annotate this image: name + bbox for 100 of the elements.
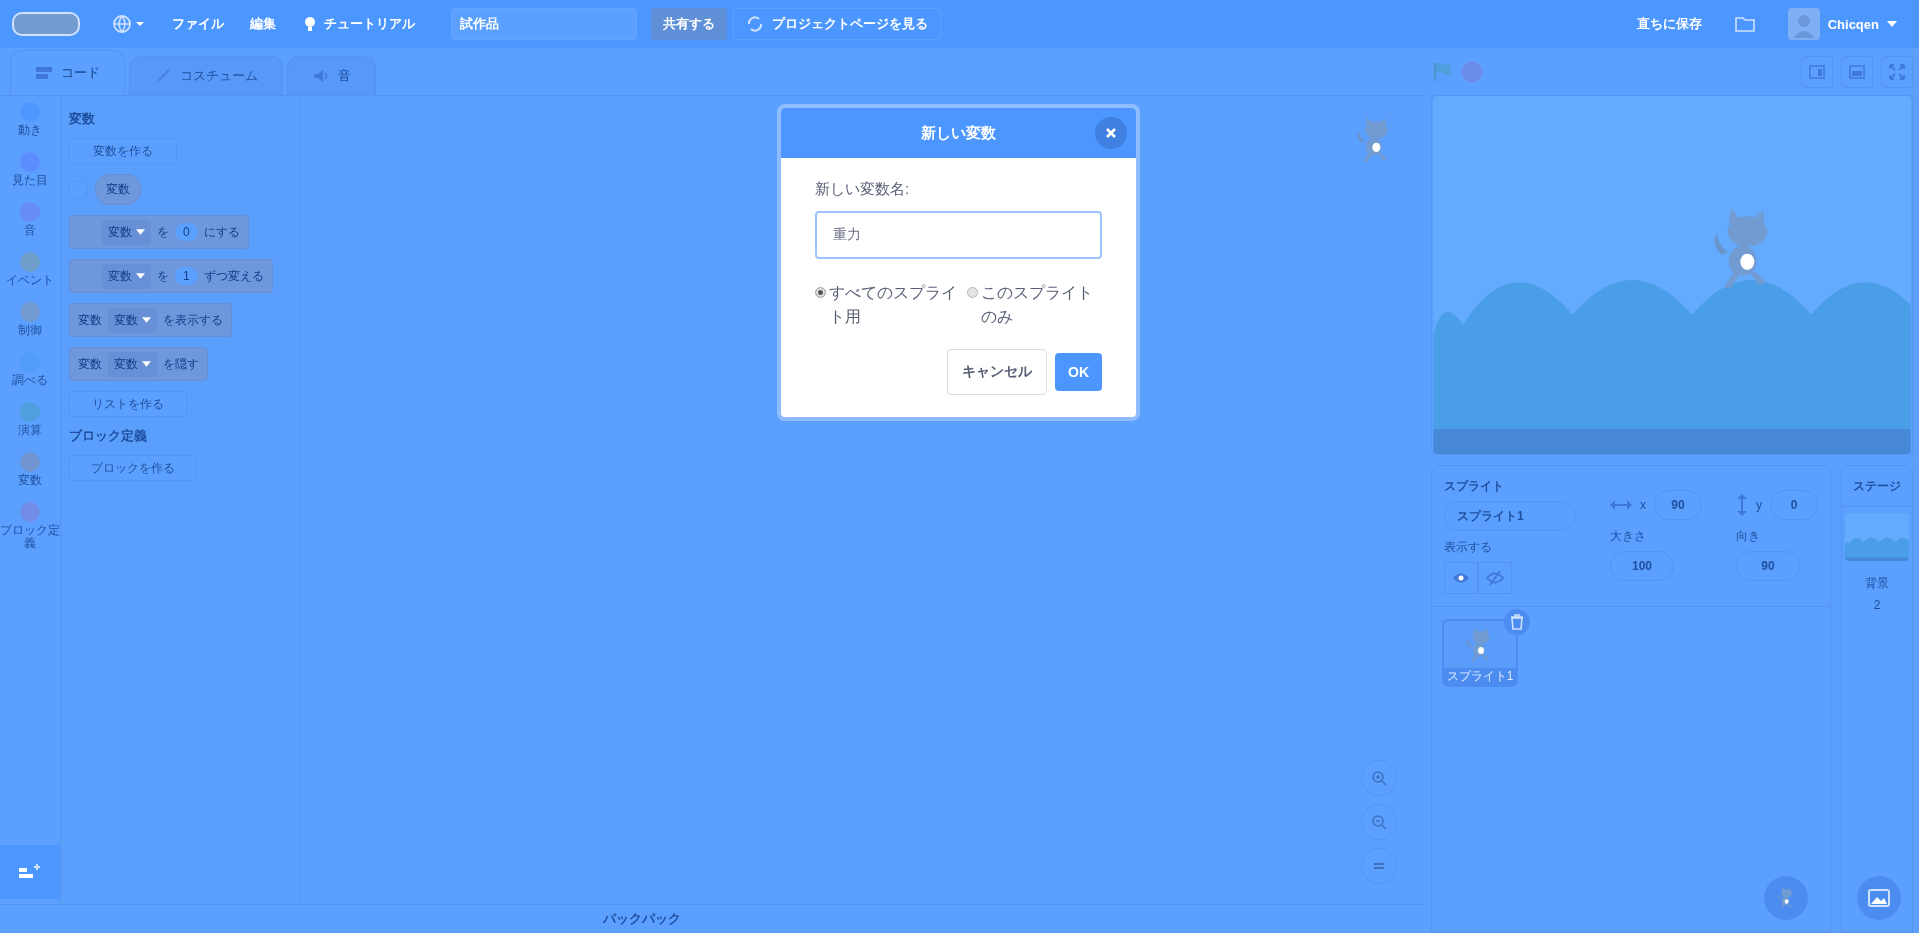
small-stage-icon bbox=[1808, 62, 1826, 81]
category-item[interactable]: 演算 bbox=[0, 402, 60, 452]
horizontal-arrow-icon bbox=[1610, 499, 1632, 511]
editor-tab[interactable]: 音 bbox=[287, 56, 376, 95]
variable-reporter-block[interactable]: 変数 bbox=[95, 174, 141, 205]
number-input[interactable]: 1 bbox=[175, 267, 198, 285]
speaker-icon bbox=[312, 67, 330, 85]
category-item[interactable]: ブロック定義 bbox=[0, 502, 60, 552]
globe-icon bbox=[112, 14, 146, 34]
block-label: 変数 bbox=[78, 355, 102, 373]
dialog-title: 新しい変数 bbox=[921, 123, 996, 143]
trash-icon bbox=[1510, 614, 1524, 630]
block-label: にする bbox=[203, 223, 240, 241]
caret-icon bbox=[1887, 21, 1897, 27]
stage-size-button[interactable] bbox=[1801, 55, 1833, 88]
palette-heading: ブロック定義 bbox=[69, 427, 147, 445]
flag-icon[interactable] bbox=[1431, 60, 1453, 83]
caret-icon bbox=[142, 317, 151, 323]
editor-tab[interactable]: コスチューム bbox=[129, 56, 283, 95]
vertical-arrow-icon bbox=[1736, 494, 1748, 516]
add-extension-button[interactable] bbox=[0, 845, 60, 899]
image-icon bbox=[1868, 889, 1890, 907]
stage-label: ステージ bbox=[1842, 466, 1912, 507]
variable-block[interactable]: 変数 を 0 にする bbox=[69, 215, 249, 249]
stage-size-button[interactable] bbox=[1881, 55, 1913, 88]
block-label: ずつ変える bbox=[203, 267, 264, 285]
category-item[interactable]: 調べる bbox=[0, 352, 60, 402]
choose-backdrop-button[interactable] bbox=[1857, 876, 1901, 920]
zoom-button[interactable] bbox=[1361, 760, 1397, 796]
direction-field[interactable]: 90 bbox=[1736, 551, 1800, 581]
variable-dropdown[interactable]: 変数 bbox=[102, 219, 151, 245]
delete-button[interactable] bbox=[1504, 609, 1530, 635]
field-label: x bbox=[1640, 498, 1646, 512]
large-stage-icon bbox=[1848, 62, 1866, 81]
stop-icon[interactable] bbox=[1461, 60, 1483, 83]
field-label: スプライト bbox=[1444, 478, 1505, 493]
variable-block[interactable]: 変数 変数 を隠す bbox=[69, 347, 208, 381]
code-icon bbox=[35, 64, 53, 82]
variable-block[interactable]: 変数 を 1 ずつ変える bbox=[69, 259, 273, 293]
block-label: を表示する bbox=[163, 311, 223, 329]
account-menu[interactable]: Chicqen bbox=[1777, 0, 1907, 48]
show-button[interactable] bbox=[1444, 562, 1478, 594]
radio-button[interactable] bbox=[815, 287, 826, 298]
backpack-bar[interactable]: バックパック bbox=[0, 904, 1423, 933]
backdrop-count: 2 bbox=[1873, 598, 1881, 612]
sprite-tile[interactable]: スプライト1 bbox=[1442, 619, 1518, 687]
eye-icon bbox=[1452, 572, 1470, 584]
category-item[interactable]: 変数 bbox=[0, 452, 60, 502]
category-item[interactable]: 制御 bbox=[0, 302, 60, 352]
arrows-icon bbox=[746, 15, 764, 33]
field-label: 大きさ bbox=[1610, 528, 1647, 543]
share-button[interactable]: 共有する bbox=[651, 8, 727, 40]
block-label: を bbox=[157, 267, 169, 285]
project-title-field[interactable]: 試作品 bbox=[451, 8, 637, 40]
logo-icon[interactable] bbox=[12, 12, 80, 36]
number-input[interactable]: 0 bbox=[175, 223, 198, 241]
hidden-eye-icon bbox=[1486, 570, 1504, 586]
stage-panel[interactable]: ステージ 背景 2 bbox=[1841, 465, 1913, 933]
zoom-button[interactable] bbox=[1361, 804, 1397, 840]
make-variable-button[interactable]: 変数を作る bbox=[69, 138, 177, 164]
menu-item[interactable]: ファイル bbox=[162, 0, 234, 48]
project-page-button[interactable]: プロジェクトページを見る bbox=[733, 8, 941, 40]
save-now-link[interactable]: 直ちに保存 bbox=[1626, 0, 1712, 48]
field-label: y bbox=[1756, 498, 1762, 512]
block-label: 変数 bbox=[78, 311, 102, 329]
editor-tab[interactable]: コード bbox=[10, 50, 125, 95]
make-block-button[interactable]: ブロックを作る bbox=[69, 455, 197, 481]
variable-name-field[interactable]: 重力 bbox=[815, 211, 1102, 259]
category-item[interactable]: 見た目 bbox=[0, 152, 60, 202]
variable-dropdown[interactable]: 変数 bbox=[102, 263, 151, 289]
size-field[interactable]: 100 bbox=[1610, 551, 1674, 581]
block-label: を隠す bbox=[163, 355, 199, 373]
caret-icon bbox=[136, 229, 145, 235]
ok-button[interactable]: OK bbox=[1055, 353, 1102, 391]
make-list-button[interactable]: リストを作る bbox=[69, 391, 187, 417]
folder-icon[interactable] bbox=[1733, 15, 1756, 33]
x-field[interactable]: 90 bbox=[1654, 490, 1702, 520]
tutorials-menu[interactable]: チュートリアル bbox=[292, 0, 425, 48]
cancel-button[interactable]: キャンセル bbox=[947, 349, 1047, 395]
zoom-button[interactable] bbox=[1361, 848, 1397, 884]
field-label: 新しい変数名: bbox=[815, 180, 911, 199]
close-button[interactable] bbox=[1095, 117, 1127, 149]
brush-icon bbox=[154, 67, 172, 85]
stage-size-button[interactable] bbox=[1841, 55, 1873, 88]
backdrops-label: 背景 bbox=[1865, 575, 1889, 592]
variable-block[interactable]: 変数 変数 を表示する bbox=[69, 303, 232, 337]
category-item[interactable]: 動き bbox=[0, 102, 60, 152]
variable-dropdown[interactable]: 変数 bbox=[108, 351, 157, 377]
category-item[interactable]: 音 bbox=[0, 202, 60, 252]
option-label: このスプライトのみ bbox=[981, 283, 1094, 327]
choose-sprite-button[interactable] bbox=[1764, 876, 1808, 920]
hide-button[interactable] bbox=[1478, 562, 1512, 594]
menu-item[interactable]: 編集 bbox=[240, 0, 286, 48]
radio-button[interactable] bbox=[967, 287, 978, 298]
sprite-name-field[interactable]: スプライト1 bbox=[1444, 501, 1576, 531]
y-field[interactable]: 0 bbox=[1770, 490, 1818, 520]
fullscreen-icon bbox=[1888, 62, 1906, 81]
category-item[interactable]: イベント bbox=[0, 252, 60, 302]
variable-dropdown[interactable]: 変数 bbox=[108, 307, 157, 333]
backdrop-drawing bbox=[1845, 513, 1909, 561]
